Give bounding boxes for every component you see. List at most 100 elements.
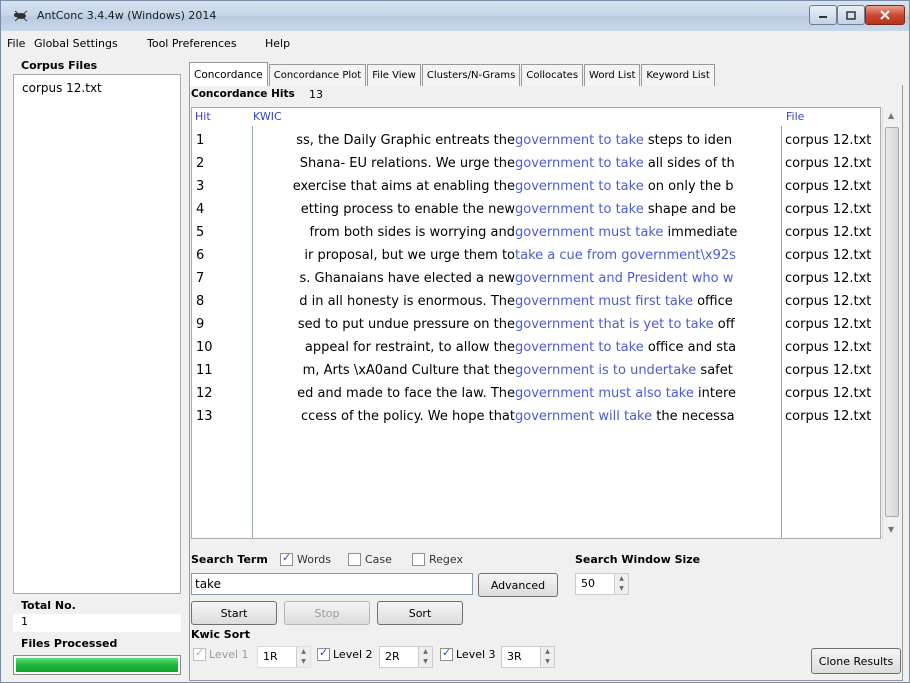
- file-cell[interactable]: corpus 12.txt: [785, 248, 880, 263]
- file-cell[interactable]: corpus 12.txt: [785, 202, 880, 217]
- tab-concordance-plot[interactable]: Concordance Plot: [268, 64, 367, 86]
- column-header-kwic[interactable]: KWIC: [253, 110, 282, 123]
- sort-button[interactable]: Sort: [377, 601, 463, 625]
- concordance-results[interactable]: Hit KWIC File 1 ss, the Daily Graphic ent…: [191, 107, 881, 539]
- sort-level-3[interactable]: Level 3: [440, 646, 496, 661]
- table-row[interactable]: 2 Shana- EU relations. We urge the govern…: [192, 153, 880, 176]
- kwic-right-context: office and sta: [643, 340, 737, 355]
- scroll-up-icon[interactable]: ▲: [888, 111, 894, 120]
- file-cell[interactable]: corpus 12.txt: [785, 340, 880, 355]
- column-header-file[interactable]: File: [786, 110, 804, 123]
- regex-option[interactable]: Regex: [412, 553, 463, 566]
- level-3-checkbox[interactable]: [440, 646, 453, 661]
- maximize-button[interactable]: [837, 5, 865, 25]
- tab-word-list[interactable]: Word List: [584, 64, 641, 86]
- table-row[interactable]: 5 from both sides is worrying and govern…: [192, 222, 880, 245]
- corpus-file-item[interactable]: corpus 12.txt: [22, 81, 102, 95]
- search-term-input[interactable]: [191, 573, 473, 595]
- sort-level-2[interactable]: Level 2: [317, 646, 373, 661]
- results-vscroll-thumb[interactable]: [885, 127, 899, 517]
- kwic-keyword[interactable]: government to take: [515, 156, 644, 171]
- column-header-hit[interactable]: Hit: [195, 110, 211, 123]
- start-button[interactable]: Start: [191, 601, 277, 625]
- kwic-cell[interactable]: ccess of the policy. We hope that govern…: [253, 409, 780, 424]
- menu-tool-preferences[interactable]: Tool Preferences: [147, 37, 237, 50]
- kwic-keyword[interactable]: government that is yet to take: [515, 317, 714, 332]
- tab-file-view[interactable]: File View: [367, 64, 421, 86]
- table-row[interactable]: 11 m, Arts \xA0and Culture that the gover…: [192, 360, 880, 383]
- table-row[interactable]: 1 ss, the Daily Graphic entreats the gove…: [192, 130, 880, 153]
- kwic-cell[interactable]: ed and made to face the law. The governm…: [253, 386, 780, 401]
- table-row[interactable]: 7 s. Ghanaians have elected a new governm…: [192, 268, 880, 291]
- table-row[interactable]: 12 ed and made to face the law. The gover…: [192, 383, 880, 406]
- table-row[interactable]: 9 sed to put undue pressure on the govern…: [192, 314, 880, 337]
- table-row[interactable]: 4 etting process to enable the new govern…: [192, 199, 880, 222]
- search-window-size-value: 50: [581, 577, 595, 590]
- kwic-cell[interactable]: d in all honesty is enormous. The govern…: [253, 294, 780, 309]
- tab-keyword-list[interactable]: Keyword List: [641, 64, 715, 86]
- kwic-keyword[interactable]: government must first take: [515, 294, 693, 309]
- words-option[interactable]: Words: [280, 551, 331, 566]
- menu-global-settings[interactable]: Global Settings: [34, 37, 118, 50]
- clone-results-button[interactable]: Clone Results: [811, 648, 901, 674]
- tab-collocates[interactable]: Collocates: [521, 64, 584, 86]
- spinner-arrows-icon[interactable]: ▲ ▼: [540, 647, 554, 667]
- kwic-cell[interactable]: ir proposal, but we urge them to take a …: [253, 248, 780, 263]
- level-2-spinner[interactable]: 2R ▲ ▼: [379, 646, 433, 668]
- table-row[interactable]: 13 ccess of the policy. We hope that gove…: [192, 406, 880, 429]
- kwic-cell[interactable]: Shana- EU relations. We urge the governm…: [253, 156, 780, 171]
- table-row[interactable]: 8 d in all honesty is enormous. The gover…: [192, 291, 880, 314]
- tab-concordance[interactable]: Concordance: [189, 62, 268, 86]
- menu-help[interactable]: Help: [265, 37, 290, 50]
- corpus-files-list[interactable]: corpus 12.txt: [13, 74, 181, 594]
- kwic-keyword[interactable]: government will take: [515, 409, 652, 424]
- menu-file[interactable]: File: [7, 37, 25, 50]
- spinner-arrows-icon[interactable]: ▲ ▼: [614, 574, 628, 594]
- file-cell[interactable]: corpus 12.txt: [785, 179, 880, 194]
- table-row[interactable]: 10 appeal for restraint, to allow the go…: [192, 337, 880, 360]
- kwic-keyword[interactable]: government is to undertake: [515, 363, 696, 378]
- case-checkbox[interactable]: [348, 553, 361, 566]
- kwic-cell[interactable]: etting process to enable the new governm…: [253, 202, 780, 217]
- kwic-keyword[interactable]: government must take: [515, 225, 663, 240]
- file-cell[interactable]: corpus 12.txt: [785, 386, 880, 401]
- file-cell[interactable]: corpus 12.txt: [785, 225, 880, 240]
- case-option[interactable]: Case: [348, 553, 392, 566]
- kwic-keyword[interactable]: government must also take: [515, 386, 694, 401]
- file-cell[interactable]: corpus 12.txt: [785, 317, 880, 332]
- minimize-button[interactable]: [809, 5, 837, 25]
- file-cell[interactable]: corpus 12.txt: [785, 156, 880, 171]
- level-2-checkbox[interactable]: [317, 646, 330, 661]
- kwic-cell[interactable]: sed to put undue pressure on the governm…: [253, 317, 780, 332]
- kwic-keyword[interactable]: government and President who w: [515, 271, 733, 286]
- close-button[interactable]: [865, 5, 905, 25]
- kwic-cell[interactable]: ss, the Daily Graphic entreats the gover…: [253, 133, 780, 148]
- kwic-keyword[interactable]: government to take: [515, 202, 644, 217]
- kwic-keyword[interactable]: government to take: [515, 179, 644, 194]
- search-window-size-spinner[interactable]: 50 ▲ ▼: [575, 573, 629, 595]
- tab-clusters-ngrams[interactable]: Clusters/N-Grams: [421, 64, 521, 86]
- table-row[interactable]: 3 exercise that aims at enabling the gove…: [192, 176, 880, 199]
- kwic-keyword[interactable]: government to take: [515, 340, 644, 355]
- spinner-arrows-icon[interactable]: ▲ ▼: [418, 647, 432, 667]
- file-cell[interactable]: corpus 12.txt: [785, 294, 880, 309]
- kwic-right-context: shape and be: [643, 202, 737, 217]
- file-cell[interactable]: corpus 12.txt: [785, 133, 880, 148]
- kwic-cell[interactable]: s. Ghanaians have elected a new governme…: [253, 271, 780, 286]
- results-vscrollbar[interactable]: ▲ ▼: [882, 107, 900, 539]
- kwic-cell[interactable]: m, Arts \xA0and Culture that the governm…: [253, 363, 780, 378]
- kwic-keyword[interactable]: take a cue from government\x92s: [515, 248, 736, 263]
- file-cell[interactable]: corpus 12.txt: [785, 363, 880, 378]
- advanced-button[interactable]: Advanced: [478, 573, 558, 597]
- regex-checkbox[interactable]: [412, 553, 425, 566]
- table-row[interactable]: 6 ir proposal, but we urge them to take a…: [192, 245, 880, 268]
- kwic-cell[interactable]: appeal for restraint, to allow the gover…: [253, 340, 780, 355]
- kwic-cell[interactable]: from both sides is worrying and governme…: [253, 225, 780, 240]
- file-cell[interactable]: corpus 12.txt: [785, 409, 880, 424]
- file-cell[interactable]: corpus 12.txt: [785, 271, 880, 286]
- level-3-spinner[interactable]: 3R ▲ ▼: [501, 646, 555, 668]
- words-checkbox[interactable]: [280, 551, 293, 566]
- scroll-down-icon[interactable]: ▼: [888, 525, 894, 534]
- kwic-cell[interactable]: exercise that aims at enabling the gover…: [253, 179, 780, 194]
- kwic-keyword[interactable]: government to take: [515, 133, 644, 148]
